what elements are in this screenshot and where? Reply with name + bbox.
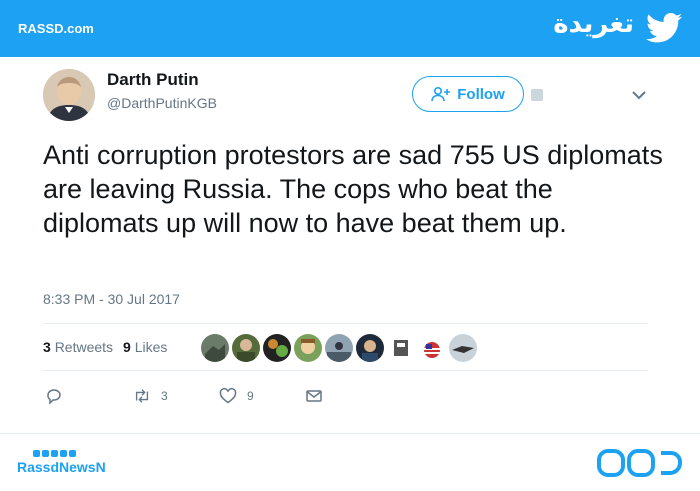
badge-icon (531, 89, 543, 101)
message-button[interactable] (305, 387, 323, 405)
tweet-timestamp[interactable]: 8:33 PM - 30 Jul 2017 (43, 291, 180, 307)
retweet-button[interactable]: 3 (133, 387, 168, 405)
avatar[interactable] (43, 69, 95, 121)
tweet-stats: 3 Retweets 9 Likes (43, 339, 167, 355)
divider (43, 323, 648, 324)
top-banner: RASSD.com تغريدة (0, 0, 700, 57)
like-button[interactable]: 9 (219, 387, 254, 405)
follow-button[interactable]: Follow (412, 76, 524, 112)
twitter-icon[interactable] (42, 450, 49, 457)
likers-avatars (201, 334, 477, 362)
heart-icon (219, 387, 237, 404)
retweets-count: 3 (43, 339, 51, 355)
follow-label: Follow (457, 85, 505, 103)
social-icons (33, 450, 76, 457)
liker-avatar[interactable] (418, 334, 446, 362)
add-user-icon (431, 86, 451, 102)
divider (43, 370, 648, 371)
rassd-logo-icon (597, 449, 682, 477)
chevron-down-icon[interactable] (630, 88, 648, 102)
author-name[interactable]: Darth Putin (107, 70, 199, 90)
likes-stat[interactable]: 9 Likes (123, 339, 167, 355)
banner-brand[interactable]: RASSD.com (18, 21, 94, 36)
footer-brand[interactable]: RassdNewsN (17, 459, 106, 475)
twitter-bird-icon (646, 13, 682, 43)
envelope-icon (306, 390, 322, 402)
liker-avatar[interactable] (263, 334, 291, 362)
likes-count: 9 (123, 339, 131, 355)
retweets-stat[interactable]: 3 Retweets (43, 339, 113, 355)
likes-label: Likes (134, 339, 168, 355)
facebook-icon[interactable] (33, 450, 40, 457)
retweets-label: Retweets (54, 339, 114, 355)
banner-title: تغريدة (553, 9, 634, 39)
avatar-portrait-icon (43, 69, 95, 121)
reply-icon (47, 389, 61, 405)
liker-avatar[interactable] (232, 334, 260, 362)
author-handle[interactable]: @DarthPutinKGB (107, 95, 217, 111)
instagram-icon[interactable] (60, 450, 67, 457)
liker-avatar[interactable] (449, 334, 477, 362)
retweet-icon (135, 389, 149, 403)
retweet-count: 3 (161, 389, 168, 403)
liker-avatar[interactable] (356, 334, 384, 362)
liker-avatar[interactable] (294, 334, 322, 362)
divider (0, 433, 700, 434)
tweet-actions: 3 9 (45, 387, 345, 407)
liker-avatar[interactable] (325, 334, 353, 362)
liker-avatar[interactable] (387, 334, 415, 362)
youtube-icon[interactable] (51, 450, 58, 457)
liker-avatar[interactable] (201, 334, 229, 362)
reply-button[interactable] (45, 387, 63, 405)
tweet-text: Anti corruption protestors are sad 755 U… (43, 140, 663, 238)
google-plus-icon[interactable] (69, 450, 76, 457)
like-count: 9 (247, 389, 254, 403)
